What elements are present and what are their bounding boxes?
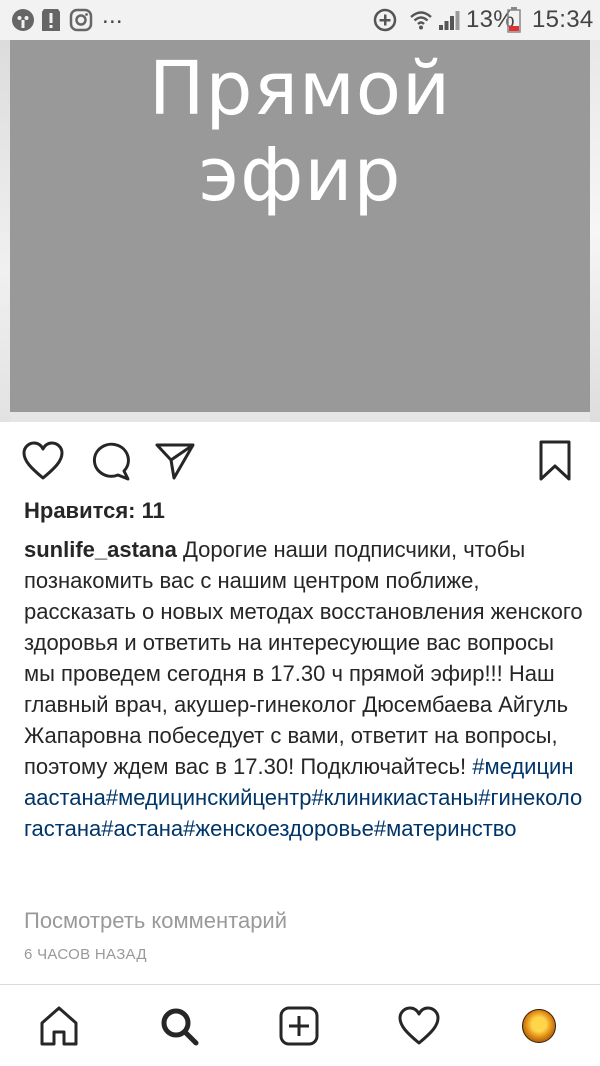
bottom-nav	[0, 984, 600, 1066]
face-app-icon	[10, 7, 36, 33]
nav-profile[interactable]	[516, 1003, 562, 1049]
battery-icon	[506, 7, 522, 33]
image-title-line1: Прямой	[148, 46, 452, 132]
search-icon	[161, 1008, 199, 1046]
activity-heart-icon	[398, 1006, 440, 1045]
status-bar: ... 13% 15:34	[0, 0, 600, 40]
data-saver-icon	[372, 7, 398, 33]
image-background-right	[590, 40, 600, 422]
caption-text: Дорогие наши подписчики, чтобы познакоми…	[24, 537, 583, 779]
instagram-icon	[68, 7, 94, 33]
more-dots-icon: ...	[102, 2, 123, 29]
likes-count[interactable]: Нравится: 11	[24, 498, 165, 524]
post-actions	[0, 430, 600, 490]
comment-button[interactable]	[88, 438, 134, 484]
bookmark-icon	[539, 440, 571, 481]
comment-icon	[92, 442, 130, 481]
nav-activity[interactable]	[396, 1003, 442, 1049]
home-icon	[40, 1006, 78, 1046]
profile-avatar	[522, 1009, 556, 1043]
post-image[interactable]: Прямой эфир	[0, 40, 600, 422]
image-title: Прямой эфир	[10, 46, 590, 218]
signal-icon	[436, 7, 462, 33]
wifi-icon	[408, 7, 434, 33]
nav-home[interactable]	[36, 1003, 82, 1049]
heart-icon	[22, 441, 64, 480]
clock: 15:34	[532, 6, 594, 33]
caption: sunlife_astana Дорогие наши подписчики, …	[24, 534, 584, 844]
share-button[interactable]	[152, 438, 198, 484]
nav-search[interactable]	[156, 1003, 202, 1049]
save-button[interactable]	[532, 438, 578, 484]
post-timestamp: 6 ЧАСОВ НАЗАД	[24, 946, 147, 963]
alert-icon	[38, 7, 64, 33]
nav-new-post[interactable]	[276, 1003, 322, 1049]
new-post-icon	[279, 1006, 319, 1046]
like-button[interactable]	[20, 438, 66, 484]
username-link[interactable]: sunlife_astana	[24, 537, 177, 562]
image-title-line2: эфир	[198, 132, 402, 218]
view-comments-link[interactable]: Посмотреть комментарий	[24, 908, 287, 934]
image-background-left	[0, 40, 10, 422]
share-icon	[155, 443, 195, 480]
